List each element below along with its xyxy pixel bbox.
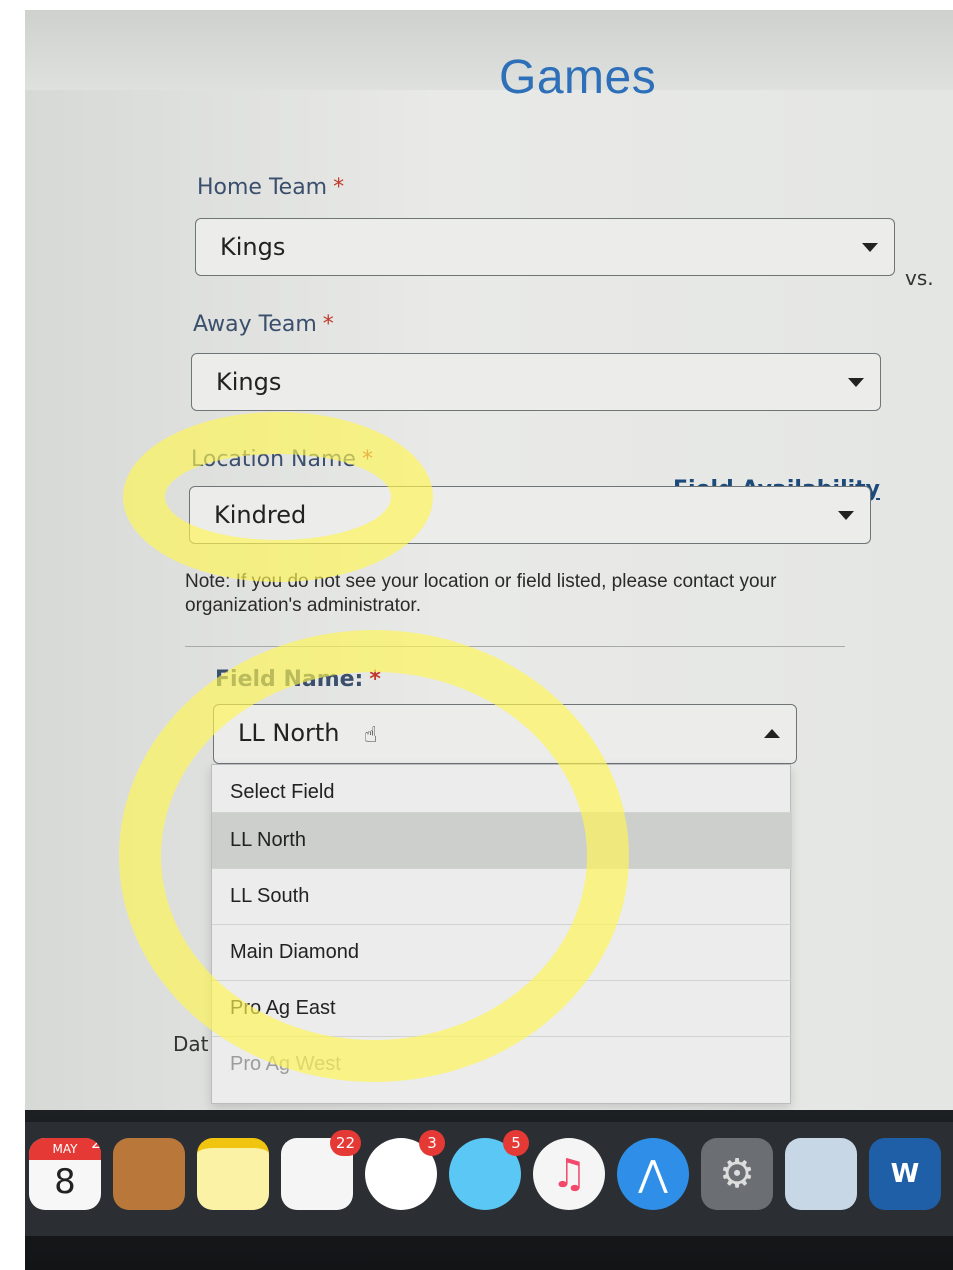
home-team-label: Home Team *: [197, 175, 344, 200]
word-app-icon[interactable]: W: [869, 1138, 941, 1210]
page-header-bar: [25, 10, 953, 90]
away-team-select[interactable]: Kings: [191, 353, 881, 411]
away-team-label: Away Team *: [193, 312, 334, 337]
chevron-up-icon: [764, 729, 780, 738]
contacts-app-icon[interactable]: [113, 1138, 185, 1210]
system-preferences-icon[interactable]: ⚙: [701, 1138, 773, 1210]
home-team-required-star: *: [333, 175, 345, 200]
notes-app-icon[interactable]: [197, 1138, 269, 1210]
away-team-value: Kings: [216, 368, 282, 396]
home-team-select[interactable]: Kings: [195, 218, 895, 276]
music-note-icon: ♫: [551, 1151, 587, 1197]
location-highlight-circle: [123, 412, 433, 582]
page-title: Games: [499, 51, 657, 104]
away-team-required-star: *: [322, 312, 334, 337]
away-team-label-text: Away Team: [193, 312, 317, 337]
chevron-down-icon: [862, 243, 878, 252]
chevron-down-icon: [838, 511, 854, 520]
messages-app-icon[interactable]: 5: [449, 1130, 529, 1210]
home-team-label-text: Home Team: [197, 175, 328, 200]
versus-text: vs.: [905, 266, 934, 290]
preview-app-icon[interactable]: [785, 1138, 857, 1210]
word-app-letter: W: [890, 1159, 920, 1189]
messages-badge: 5: [503, 1130, 529, 1156]
calendar-app-icon[interactable]: MAY 8 2: [29, 1138, 101, 1210]
macos-dock: MAY 8 2 22 3 5 ♫ ⋀ ⚙ W: [25, 1110, 953, 1270]
browser-screen: Games Home Team * Kings vs. Away Team * Ki…: [25, 10, 953, 1110]
home-team-value: Kings: [220, 233, 286, 261]
chevron-down-icon: [848, 378, 864, 387]
app-store-a-icon: ⋀: [638, 1153, 668, 1195]
reminders-badge: 22: [329, 1130, 361, 1156]
calendar-day: 8: [54, 1162, 76, 1202]
app-store-icon[interactable]: ⋀: [617, 1138, 689, 1210]
gear-icon: ⚙: [719, 1151, 755, 1197]
reminders-app-icon[interactable]: 22: [281, 1130, 361, 1210]
field-dropdown-highlight-circle: [119, 630, 629, 1082]
photos-app-icon[interactable]: 3: [365, 1130, 445, 1210]
music-app-icon[interactable]: ♫: [533, 1138, 605, 1210]
date-label-fragment: Dat: [173, 1032, 209, 1056]
photos-badge: 3: [419, 1130, 445, 1156]
